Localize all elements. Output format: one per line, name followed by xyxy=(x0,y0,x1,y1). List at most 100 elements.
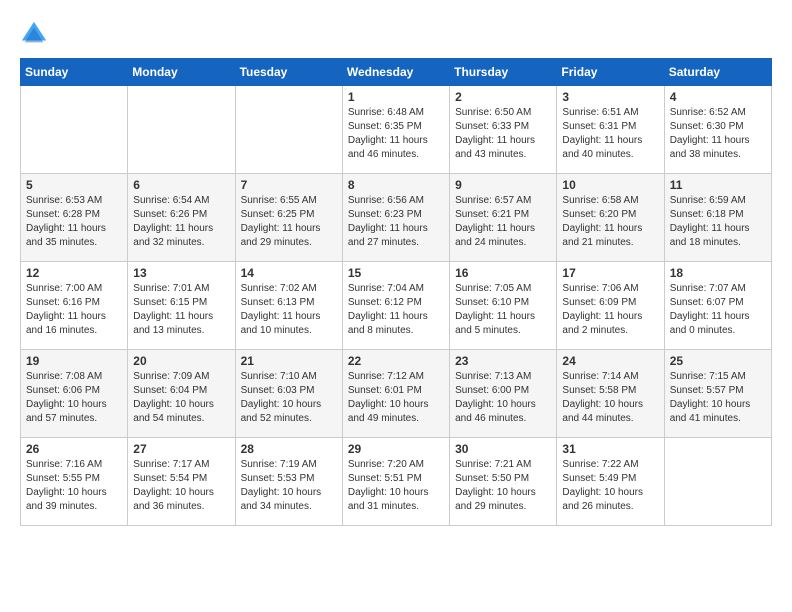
day-number: 4 xyxy=(670,90,766,104)
calendar-cell: 7 Sunrise: 6:55 AMSunset: 6:25 PMDaylight… xyxy=(235,174,342,262)
day-info: Sunrise: 6:50 AMSunset: 6:33 PMDaylight:… xyxy=(455,106,551,162)
day-info: Sunrise: 7:05 AMSunset: 6:10 PMDaylight:… xyxy=(455,282,551,338)
calendar-week-2: 5 Sunrise: 6:53 AMSunset: 6:28 PMDaylight… xyxy=(21,174,772,262)
day-info: Sunrise: 6:54 AMSunset: 6:26 PMDaylight:… xyxy=(133,194,229,250)
calendar-cell: 31 Sunrise: 7:22 AMSunset: 5:49 PMDayligh… xyxy=(557,438,664,526)
day-info: Sunrise: 7:19 AMSunset: 5:53 PMDaylight:… xyxy=(241,458,337,514)
day-number: 1 xyxy=(348,90,444,104)
day-info: Sunrise: 7:17 AMSunset: 5:54 PMDaylight:… xyxy=(133,458,229,514)
day-number: 17 xyxy=(562,266,658,280)
logo-icon xyxy=(20,20,48,48)
day-number: 25 xyxy=(670,354,766,368)
day-info: Sunrise: 7:08 AMSunset: 6:06 PMDaylight:… xyxy=(26,370,122,426)
day-info: Sunrise: 7:00 AMSunset: 6:16 PMDaylight:… xyxy=(26,282,122,338)
day-number: 16 xyxy=(455,266,551,280)
day-number: 6 xyxy=(133,178,229,192)
calendar-cell: 16 Sunrise: 7:05 AMSunset: 6:10 PMDayligh… xyxy=(450,262,557,350)
weekday-header-friday: Friday xyxy=(557,59,664,86)
day-info: Sunrise: 6:59 AMSunset: 6:18 PMDaylight:… xyxy=(670,194,766,250)
day-info: Sunrise: 7:14 AMSunset: 5:58 PMDaylight:… xyxy=(562,370,658,426)
calendar-cell: 18 Sunrise: 7:07 AMSunset: 6:07 PMDayligh… xyxy=(664,262,771,350)
day-number: 11 xyxy=(670,178,766,192)
day-number: 21 xyxy=(241,354,337,368)
day-info: Sunrise: 7:12 AMSunset: 6:01 PMDaylight:… xyxy=(348,370,444,426)
day-info: Sunrise: 6:53 AMSunset: 6:28 PMDaylight:… xyxy=(26,194,122,250)
day-info: Sunrise: 7:15 AMSunset: 5:57 PMDaylight:… xyxy=(670,370,766,426)
day-number: 22 xyxy=(348,354,444,368)
calendar-cell: 29 Sunrise: 7:20 AMSunset: 5:51 PMDayligh… xyxy=(342,438,449,526)
day-number: 13 xyxy=(133,266,229,280)
day-info: Sunrise: 7:06 AMSunset: 6:09 PMDaylight:… xyxy=(562,282,658,338)
day-info: Sunrise: 7:16 AMSunset: 5:55 PMDaylight:… xyxy=(26,458,122,514)
day-info: Sunrise: 7:04 AMSunset: 6:12 PMDaylight:… xyxy=(348,282,444,338)
calendar-table: SundayMondayTuesdayWednesdayThursdayFrid… xyxy=(20,58,772,526)
weekday-header-tuesday: Tuesday xyxy=(235,59,342,86)
calendar-cell: 5 Sunrise: 6:53 AMSunset: 6:28 PMDaylight… xyxy=(21,174,128,262)
day-number: 27 xyxy=(133,442,229,456)
day-number: 3 xyxy=(562,90,658,104)
calendar-cell xyxy=(664,438,771,526)
calendar-cell: 22 Sunrise: 7:12 AMSunset: 6:01 PMDayligh… xyxy=(342,350,449,438)
day-number: 10 xyxy=(562,178,658,192)
day-info: Sunrise: 6:51 AMSunset: 6:31 PMDaylight:… xyxy=(562,106,658,162)
calendar-cell: 4 Sunrise: 6:52 AMSunset: 6:30 PMDaylight… xyxy=(664,86,771,174)
weekday-header-monday: Monday xyxy=(128,59,235,86)
day-info: Sunrise: 7:10 AMSunset: 6:03 PMDaylight:… xyxy=(241,370,337,426)
day-info: Sunrise: 6:57 AMSunset: 6:21 PMDaylight:… xyxy=(455,194,551,250)
day-info: Sunrise: 6:48 AMSunset: 6:35 PMDaylight:… xyxy=(348,106,444,162)
day-number: 29 xyxy=(348,442,444,456)
calendar-week-1: 1 Sunrise: 6:48 AMSunset: 6:35 PMDaylight… xyxy=(21,86,772,174)
day-number: 18 xyxy=(670,266,766,280)
day-number: 28 xyxy=(241,442,337,456)
day-info: Sunrise: 7:09 AMSunset: 6:04 PMDaylight:… xyxy=(133,370,229,426)
calendar-week-4: 19 Sunrise: 7:08 AMSunset: 6:06 PMDayligh… xyxy=(21,350,772,438)
day-number: 19 xyxy=(26,354,122,368)
day-number: 7 xyxy=(241,178,337,192)
calendar-cell: 13 Sunrise: 7:01 AMSunset: 6:15 PMDayligh… xyxy=(128,262,235,350)
day-number: 8 xyxy=(348,178,444,192)
calendar-cell: 17 Sunrise: 7:06 AMSunset: 6:09 PMDayligh… xyxy=(557,262,664,350)
calendar-cell: 8 Sunrise: 6:56 AMSunset: 6:23 PMDaylight… xyxy=(342,174,449,262)
day-info: Sunrise: 7:21 AMSunset: 5:50 PMDaylight:… xyxy=(455,458,551,514)
calendar-cell xyxy=(21,86,128,174)
day-info: Sunrise: 7:01 AMSunset: 6:15 PMDaylight:… xyxy=(133,282,229,338)
calendar-week-5: 26Sunrise: 7:16 AMSunset: 5:55 PMDayligh… xyxy=(21,438,772,526)
calendar-cell xyxy=(128,86,235,174)
page-header xyxy=(20,20,772,48)
day-info: Sunrise: 7:07 AMSunset: 6:07 PMDaylight:… xyxy=(670,282,766,338)
day-info: Sunrise: 7:20 AMSunset: 5:51 PMDaylight:… xyxy=(348,458,444,514)
calendar-cell: 2Sunrise: 6:50 AMSunset: 6:33 PMDaylight… xyxy=(450,86,557,174)
day-number: 30 xyxy=(455,442,551,456)
weekday-header-wednesday: Wednesday xyxy=(342,59,449,86)
calendar-cell: 26Sunrise: 7:16 AMSunset: 5:55 PMDayligh… xyxy=(21,438,128,526)
day-number: 9 xyxy=(455,178,551,192)
calendar-cell: 14 Sunrise: 7:02 AMSunset: 6:13 PMDayligh… xyxy=(235,262,342,350)
weekday-header-saturday: Saturday xyxy=(664,59,771,86)
day-number: 23 xyxy=(455,354,551,368)
day-info: Sunrise: 7:02 AMSunset: 6:13 PMDaylight:… xyxy=(241,282,337,338)
day-number: 15 xyxy=(348,266,444,280)
calendar-cell: 21 Sunrise: 7:10 AMSunset: 6:03 PMDayligh… xyxy=(235,350,342,438)
calendar-cell: 11 Sunrise: 6:59 AMSunset: 6:18 PMDayligh… xyxy=(664,174,771,262)
calendar-week-3: 12Sunrise: 7:00 AMSunset: 6:16 PMDayligh… xyxy=(21,262,772,350)
day-info: Sunrise: 6:55 AMSunset: 6:25 PMDaylight:… xyxy=(241,194,337,250)
calendar-cell: 23 Sunrise: 7:13 AMSunset: 6:00 PMDayligh… xyxy=(450,350,557,438)
logo xyxy=(20,20,52,48)
calendar-cell: 1 Sunrise: 6:48 AMSunset: 6:35 PMDaylight… xyxy=(342,86,449,174)
day-info: Sunrise: 7:22 AMSunset: 5:49 PMDaylight:… xyxy=(562,458,658,514)
day-info: Sunrise: 7:13 AMSunset: 6:00 PMDaylight:… xyxy=(455,370,551,426)
day-number: 5 xyxy=(26,178,122,192)
weekday-header-row: SundayMondayTuesdayWednesdayThursdayFrid… xyxy=(21,59,772,86)
calendar-cell: 30 Sunrise: 7:21 AMSunset: 5:50 PMDayligh… xyxy=(450,438,557,526)
calendar-cell: 24Sunrise: 7:14 AMSunset: 5:58 PMDayligh… xyxy=(557,350,664,438)
day-info: Sunrise: 6:58 AMSunset: 6:20 PMDaylight:… xyxy=(562,194,658,250)
weekday-header-thursday: Thursday xyxy=(450,59,557,86)
calendar-cell: 15 Sunrise: 7:04 AMSunset: 6:12 PMDayligh… xyxy=(342,262,449,350)
day-info: Sunrise: 6:56 AMSunset: 6:23 PMDaylight:… xyxy=(348,194,444,250)
day-number: 14 xyxy=(241,266,337,280)
calendar-cell: 6 Sunrise: 6:54 AMSunset: 6:26 PMDaylight… xyxy=(128,174,235,262)
calendar-cell: 10 Sunrise: 6:58 AMSunset: 6:20 PMDayligh… xyxy=(557,174,664,262)
day-number: 31 xyxy=(562,442,658,456)
day-number: 20 xyxy=(133,354,229,368)
day-info: Sunrise: 6:52 AMSunset: 6:30 PMDaylight:… xyxy=(670,106,766,162)
